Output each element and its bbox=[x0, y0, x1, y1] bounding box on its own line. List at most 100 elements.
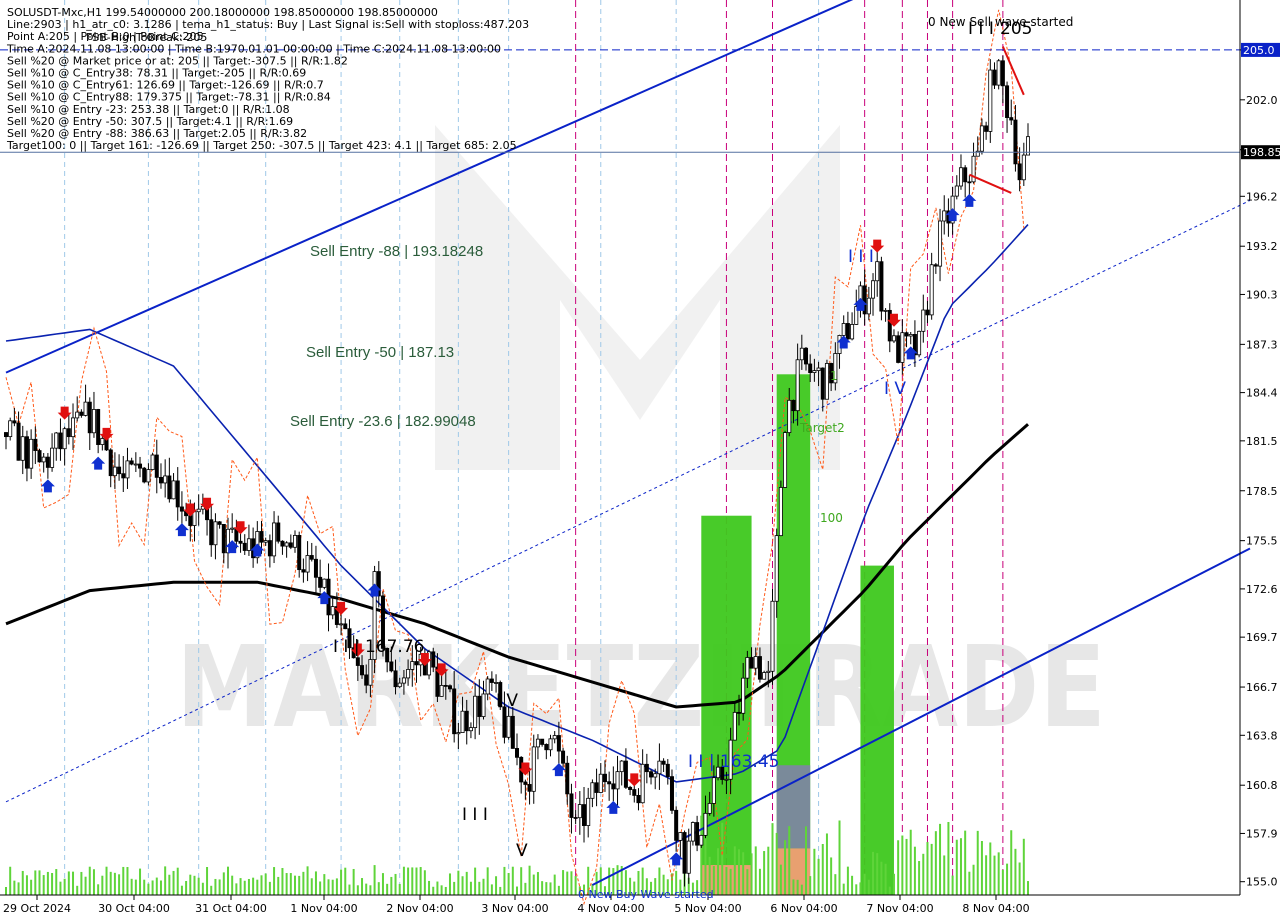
candle-body[interactable] bbox=[431, 651, 436, 668]
candle-body[interactable] bbox=[397, 682, 402, 688]
candle-body[interactable] bbox=[364, 674, 369, 686]
candle-body[interactable] bbox=[850, 324, 855, 340]
candle-body[interactable] bbox=[121, 473, 126, 479]
candle-body[interactable] bbox=[50, 447, 55, 468]
candle-body[interactable] bbox=[762, 672, 767, 680]
candle-body[interactable] bbox=[824, 363, 829, 400]
candle-body[interactable] bbox=[879, 261, 884, 312]
candle-body[interactable] bbox=[665, 763, 670, 778]
candle-body[interactable] bbox=[318, 576, 323, 588]
candle-body[interactable] bbox=[293, 534, 298, 548]
candle-body[interactable] bbox=[967, 181, 972, 184]
candle-body[interactable] bbox=[163, 475, 168, 484]
candle-body[interactable] bbox=[615, 771, 620, 790]
candle-body[interactable] bbox=[908, 334, 913, 337]
candle-body[interactable] bbox=[925, 309, 930, 316]
candle-body[interactable] bbox=[540, 738, 545, 745]
candle-body[interactable] bbox=[552, 735, 557, 740]
candle-body[interactable] bbox=[4, 432, 9, 438]
candle-body[interactable] bbox=[29, 438, 34, 469]
candle-body[interactable] bbox=[1005, 85, 1010, 118]
candle-body[interactable] bbox=[91, 409, 96, 434]
candle-body[interactable] bbox=[410, 661, 415, 670]
candle-body[interactable] bbox=[690, 822, 695, 842]
candle-body[interactable] bbox=[62, 428, 67, 450]
candle-body[interactable] bbox=[979, 125, 984, 152]
candle-body[interactable] bbox=[343, 623, 348, 630]
candle-body[interactable] bbox=[129, 460, 134, 465]
candle-body[interactable] bbox=[799, 347, 804, 361]
candle-body[interactable] bbox=[175, 480, 180, 508]
candle-body[interactable] bbox=[267, 540, 272, 557]
candle-body[interactable] bbox=[770, 600, 775, 672]
candle-body[interactable] bbox=[607, 781, 612, 785]
candle-body[interactable] bbox=[58, 432, 63, 450]
candle-body[interactable] bbox=[339, 623, 344, 626]
candle-body[interactable] bbox=[565, 762, 570, 795]
candle-body[interactable] bbox=[515, 748, 520, 758]
candle-body[interactable] bbox=[544, 744, 549, 751]
candle-body[interactable] bbox=[1009, 117, 1014, 121]
candle-body[interactable] bbox=[37, 450, 42, 463]
candle-body[interactable] bbox=[221, 524, 226, 554]
candle-body[interactable] bbox=[238, 540, 243, 544]
candle-body[interactable] bbox=[942, 210, 947, 222]
candle-body[interactable] bbox=[96, 409, 101, 445]
candle-body[interactable] bbox=[929, 264, 934, 316]
candle-body[interactable] bbox=[272, 522, 277, 557]
candle-body[interactable] bbox=[958, 167, 963, 187]
candle-body[interactable] bbox=[523, 781, 528, 785]
candle-body[interactable] bbox=[456, 732, 461, 735]
candle-body[interactable] bbox=[795, 359, 800, 412]
candle-body[interactable] bbox=[732, 711, 737, 741]
candle-body[interactable] bbox=[883, 309, 888, 312]
candle-body[interactable] bbox=[992, 69, 997, 86]
candle-body[interactable] bbox=[309, 555, 314, 560]
candle-body[interactable] bbox=[556, 735, 561, 752]
candle-body[interactable] bbox=[45, 456, 50, 468]
candle-body[interactable] bbox=[8, 420, 13, 438]
candle-body[interactable] bbox=[443, 685, 448, 687]
candle-body[interactable] bbox=[355, 657, 360, 666]
candle-body[interactable] bbox=[628, 786, 633, 790]
candle-body[interactable] bbox=[494, 682, 499, 684]
candle-body[interactable] bbox=[548, 738, 553, 751]
candle-body[interactable] bbox=[921, 309, 926, 332]
candle-body[interactable] bbox=[900, 332, 905, 363]
candle-body[interactable] bbox=[79, 411, 84, 416]
candle-body[interactable] bbox=[711, 777, 716, 804]
candle-body[interactable] bbox=[360, 665, 365, 676]
candle-body[interactable] bbox=[66, 428, 71, 438]
candle-body[interactable] bbox=[816, 367, 821, 371]
candle-body[interactable] bbox=[535, 738, 540, 748]
candle-body[interactable] bbox=[1021, 154, 1026, 181]
candle-body[interactable] bbox=[644, 763, 649, 773]
candle-body[interactable] bbox=[117, 466, 122, 475]
candle-body[interactable] bbox=[393, 670, 398, 688]
candle-body[interactable] bbox=[963, 167, 968, 183]
candle-body[interactable] bbox=[213, 521, 218, 546]
candle-body[interactable] bbox=[154, 454, 159, 478]
candle-body[interactable] bbox=[787, 399, 792, 433]
candle-body[interactable] bbox=[669, 776, 674, 811]
candle-body[interactable] bbox=[871, 280, 876, 299]
candle-body[interactable] bbox=[661, 760, 666, 765]
candle-body[interactable] bbox=[209, 519, 214, 546]
candle-body[interactable] bbox=[171, 480, 176, 500]
candle-body[interactable] bbox=[657, 760, 662, 775]
candle-body[interactable] bbox=[678, 832, 683, 841]
candle-body[interactable] bbox=[636, 795, 641, 804]
candle-body[interactable] bbox=[196, 508, 201, 513]
candle-body[interactable] bbox=[745, 657, 750, 679]
candle-body[interactable] bbox=[573, 817, 578, 819]
candle-body[interactable] bbox=[674, 809, 679, 841]
candle-body[interactable] bbox=[481, 693, 486, 717]
candle-body[interactable] bbox=[891, 335, 896, 342]
candle-body[interactable] bbox=[142, 467, 147, 483]
candle-body[interactable] bbox=[368, 659, 373, 686]
candle-body[interactable] bbox=[280, 540, 285, 547]
candle-body[interactable] bbox=[87, 401, 92, 434]
candle-body[interactable] bbox=[594, 782, 599, 793]
candle-body[interactable] bbox=[841, 323, 846, 336]
candle-body[interactable] bbox=[242, 542, 247, 551]
